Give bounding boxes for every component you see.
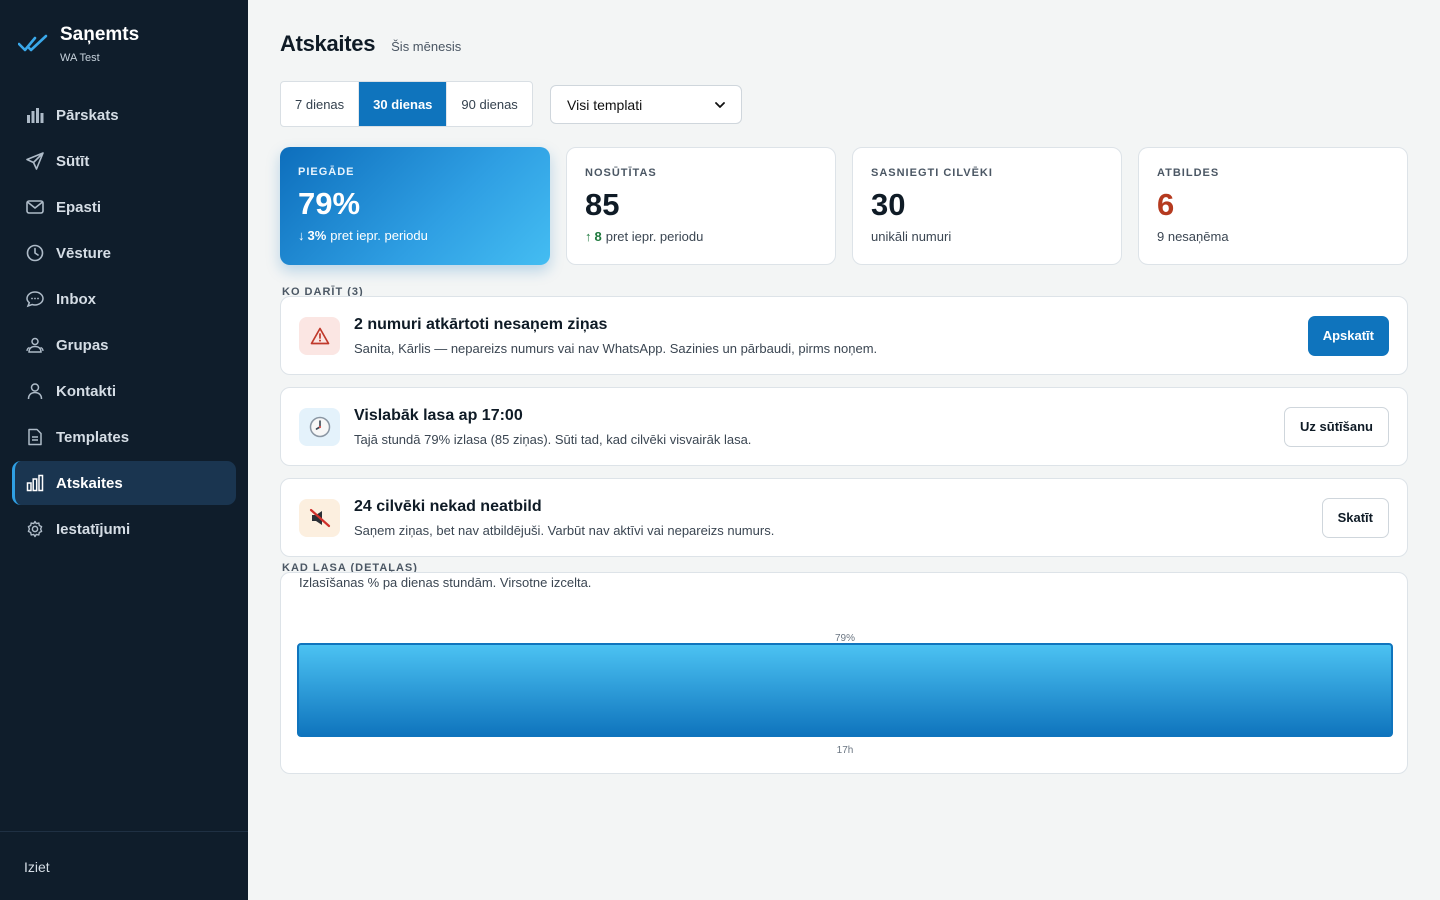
sidebar-item-label: Iestatījumi	[56, 520, 131, 538]
sidebar-item-sutit[interactable]: Sūtīt	[12, 139, 236, 183]
clock-icon	[26, 244, 44, 262]
sidebar-item-label: Epasti	[56, 198, 102, 216]
view-no-reply-button[interactable]: Skatīt	[1321, 497, 1389, 538]
sidebar-item-vesture[interactable]: Vēsture	[12, 231, 236, 275]
chat-icon	[26, 290, 44, 308]
chart-tick-label: 17h	[837, 745, 854, 756]
stat-value: 30	[871, 187, 906, 222]
stat-card-delivery: PIEGĀDE 79% ↓ 3% pret iepr. periodu	[280, 147, 550, 265]
todo-card-failed-numbers: 2 numuri atkārtoti nesaņem ziņas Sanita,…	[280, 296, 1408, 375]
stat-label: SASNIEGTI CILVĒKI	[871, 167, 993, 179]
brand: Saņemts WA Test	[18, 24, 139, 64]
sidebar-item-label: Inbox	[56, 290, 96, 308]
sidebar: Saņemts WA Test Pārskats Sūtīt Epasti Vē…	[0, 0, 248, 900]
brand-name: Saņemts	[60, 24, 140, 45]
range-selector: 7 dienas 30 dienas 90 dienas	[280, 81, 533, 127]
stat-note-text: unikāli numuri	[871, 229, 952, 244]
bar-chart-icon	[26, 106, 44, 124]
read-times-chart: 79% 17h	[297, 633, 1393, 756]
stat-delta: 3%	[307, 228, 327, 243]
stat-delta: 8	[594, 229, 602, 244]
send-icon	[26, 152, 44, 170]
view-failed-button[interactable]: Apskatīt	[1307, 315, 1389, 356]
todo-card-desc: Tajā stundā 79% izlasa (85 ziņas). Sūti …	[354, 431, 752, 447]
sidebar-item-atskaites[interactable]: Atskaites	[12, 461, 236, 505]
stat-note-text: pret iepr. periodu	[330, 228, 428, 243]
gear-icon	[26, 520, 44, 538]
user-icon	[26, 382, 44, 400]
stat-label: ATBILDES	[1157, 167, 1220, 179]
stat-label: NOSŪTĪTAS	[585, 167, 657, 179]
sidebar-item-epasti[interactable]: Epasti	[12, 185, 236, 229]
page-subtitle: Šis mēnesis	[391, 39, 462, 54]
stats-row: PIEGĀDE 79% ↓ 3% pret iepr. periodu NOSŪ…	[280, 147, 1408, 265]
stat-card-sent: NOSŪTĪTAS 85 ↑ 8 pret iepr. periodu	[566, 147, 836, 265]
sidebar-item-label: Templates	[56, 428, 130, 446]
todo-card-body: 2 numuri atkārtoti nesaņem ziņas Sanita,…	[354, 316, 1308, 356]
sidebar-item-kontakti[interactable]: Kontakti	[12, 369, 236, 413]
chevron-down-icon	[715, 101, 725, 108]
sidebar-item-label: Atskaites	[56, 474, 123, 492]
todo-card-title: Vislabāk lasa ap 17:00	[354, 406, 523, 424]
read-times-chart-card: Izlasīšanas % pa dienas stundām. Virsotn…	[280, 572, 1408, 774]
template-select[interactable]: Visi templati	[550, 85, 742, 124]
range-30-days-button[interactable]: 30 dienas	[359, 82, 448, 126]
range-90-days-button[interactable]: 90 dienas	[447, 82, 531, 126]
todo-card-body: 24 cilvēki nekad neatbild Saņem ziņas, b…	[354, 498, 1322, 538]
stat-card-replies: ATBILDES 6 9 nesaņēma	[1138, 147, 1408, 265]
sidebar-footer: Iziet	[0, 831, 248, 900]
double-check-icon	[18, 34, 48, 52]
todo-card-body: Vislabāk lasa ap 17:00 Tajā stundā 79% i…	[354, 407, 1284, 447]
template-select-value: Visi templati	[567, 96, 643, 113]
sidebar-nav: Pārskats Sūtīt Epasti Vēsture Inbox Grup…	[12, 93, 236, 553]
sidebar-item-label: Grupas	[56, 336, 109, 354]
stat-value: 6	[1157, 187, 1175, 222]
sidebar-item-label: Vēsture	[56, 244, 112, 262]
todo-card-no-reply: 24 cilvēki nekad neatbild Saņem ziņas, b…	[280, 478, 1408, 557]
sidebar-item-templates[interactable]: Templates	[12, 415, 236, 459]
chart-bar	[297, 643, 1393, 737]
report-icon	[26, 474, 44, 492]
go-to-sending-button[interactable]: Uz sūtīšanu	[1284, 406, 1389, 447]
page-title: Atskaites	[280, 31, 376, 56]
stat-value: 79%	[298, 186, 361, 221]
sidebar-item-grupas[interactable]: Grupas	[12, 323, 236, 367]
sidebar-item-inbox[interactable]: Inbox	[12, 277, 236, 321]
muted-speaker-icon	[299, 498, 340, 537]
page-header: Atskaites Šis mēnesis	[280, 31, 461, 57]
stat-note: ↓ 3% pret iepr. periodu	[298, 228, 532, 243]
sidebar-item-iestatijumi[interactable]: Iestatījumi	[12, 507, 236, 551]
logout-link[interactable]: Iziet	[24, 859, 50, 875]
clock-icon	[299, 407, 340, 446]
stat-card-reached: SASNIEGTI CILVĒKI 30 unikāli numuri	[852, 147, 1122, 265]
sidebar-item-label: Sūtīt	[56, 152, 90, 170]
stat-value: 85	[585, 187, 620, 222]
mail-icon	[26, 198, 44, 216]
todo-card-title: 2 numuri atkārtoti nesaņem ziņas	[354, 315, 608, 333]
stat-note: ↑ 8 pret iepr. periodu	[585, 229, 817, 244]
document-icon	[26, 428, 44, 446]
sidebar-item-parskats[interactable]: Pārskats	[12, 93, 236, 137]
stat-note-text: 9 nesaņēma	[1157, 229, 1229, 244]
todo-card-desc: Saņem ziņas, bet nav atbildējuši. Varbūt…	[354, 522, 775, 538]
todo-card-title: 24 cilvēki nekad neatbild	[354, 497, 542, 515]
range-7-days-button[interactable]: 7 dienas	[281, 82, 360, 126]
group-icon	[26, 336, 44, 354]
brand-subtitle: WA Test	[60, 52, 100, 64]
sidebar-item-label: Kontakti	[56, 382, 116, 400]
stat-label: PIEGĀDE	[298, 166, 355, 178]
todo-card-desc: Sanita, Kārlis — nepareizs numurs vai na…	[354, 340, 878, 356]
arrow-down-icon: ↓	[298, 228, 305, 243]
stat-note-text: pret iepr. periodu	[605, 229, 704, 244]
arrow-up-icon: ↑	[585, 229, 592, 244]
todo-card-best-time: Vislabāk lasa ap 17:00 Tajā stundā 79% i…	[280, 387, 1408, 466]
warning-icon	[299, 316, 340, 355]
chart-value-label: 79%	[835, 633, 855, 644]
sidebar-item-label: Pārskats	[56, 106, 119, 124]
